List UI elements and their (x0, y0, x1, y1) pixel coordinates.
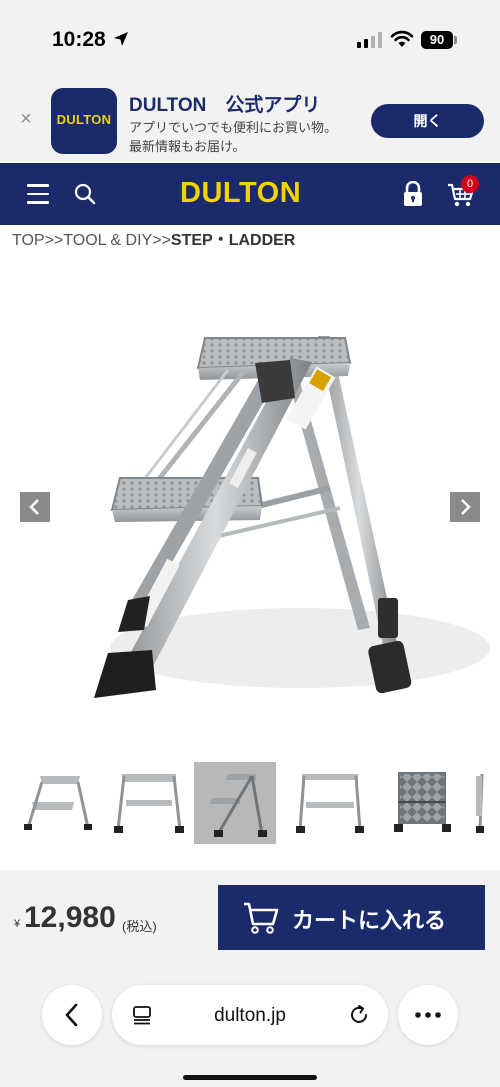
close-icon[interactable]: × (16, 108, 36, 131)
lock-icon[interactable] (402, 181, 424, 207)
reload-icon[interactable] (348, 1004, 370, 1026)
wifi-icon (390, 30, 414, 47)
carousel-prev-button[interactable] (20, 492, 50, 522)
open-app-button[interactable]: 開く (371, 104, 484, 138)
product-image-carousel[interactable] (0, 258, 500, 758)
more-options-button[interactable] (398, 985, 458, 1045)
search-icon[interactable] (74, 183, 96, 205)
add-to-cart-label: カートに入れる (292, 908, 447, 933)
menu-icon[interactable] (27, 184, 49, 204)
battery-icon: 90 (421, 31, 453, 49)
address-bar[interactable]: dulton.jp (112, 985, 388, 1045)
app-banner: × DULTON DULTON 公式アプリ アプリでいつでも便利にお買い物。 最… (0, 82, 500, 162)
carousel-next-button[interactable] (450, 492, 480, 522)
browser-toolbar: dulton.jp (0, 960, 500, 1087)
cart-count-badge: 0 (461, 175, 479, 193)
site-logo[interactable]: DULTON (180, 177, 301, 210)
add-to-cart-button[interactable]: カートに入れる (218, 885, 485, 950)
thumbnail-1[interactable] (18, 762, 100, 844)
currency-symbol: ¥ (14, 918, 21, 930)
breadcrumb-tool-diy[interactable]: TOOL & DIY (63, 232, 152, 249)
chevron-right-icon (461, 499, 471, 515)
product-price: 12,980 (24, 901, 116, 934)
signal-icon (357, 32, 382, 48)
home-indicator (183, 1075, 317, 1080)
thumbnail-5[interactable] (382, 762, 464, 844)
banner-title: DULTON 公式アプリ (129, 95, 321, 116)
tax-note: (税込) (122, 919, 157, 934)
banner-description-line1: アプリでいつでも便利にお買い物。 (129, 120, 338, 135)
breadcrumb-current: STEP・LADDER (170, 232, 296, 249)
thumbnail-6[interactable] (474, 762, 500, 844)
location-arrow-icon (114, 32, 128, 46)
ellipsis-icon (415, 1012, 441, 1018)
battery-tip (454, 36, 457, 44)
breadcrumb-top[interactable]: TOP (12, 232, 45, 249)
breadcrumb-separator: >> (44, 232, 64, 249)
thumbnail-strip (0, 760, 500, 846)
thumbnail-4[interactable] (290, 762, 372, 844)
breadcrumb: TOP>>TOOL & DIY>>STEP・LADDER (12, 226, 295, 250)
banner-description-line2: 最新情報もお届け。 (129, 139, 246, 154)
site-header: DULTON (0, 163, 500, 225)
chevron-left-icon (65, 1003, 78, 1027)
breadcrumb-separator: >> (152, 232, 171, 249)
app-icon-label: DULTON (56, 112, 112, 127)
chevron-left-icon (29, 499, 39, 515)
thumbnail-3[interactable] (194, 762, 276, 844)
step-ladder-image (94, 336, 490, 698)
app-icon: DULTON (51, 88, 117, 154)
thumbnail-2[interactable] (108, 762, 190, 844)
back-button[interactable] (42, 985, 102, 1045)
cart-icon (244, 902, 279, 934)
status-time: 10:28 (52, 28, 106, 51)
url-text: dulton.jp (214, 1005, 286, 1026)
status-bar: 10:28 90 (0, 0, 500, 82)
purchase-bar: ¥ 12,980 (税込) カートに入れる (0, 870, 500, 960)
